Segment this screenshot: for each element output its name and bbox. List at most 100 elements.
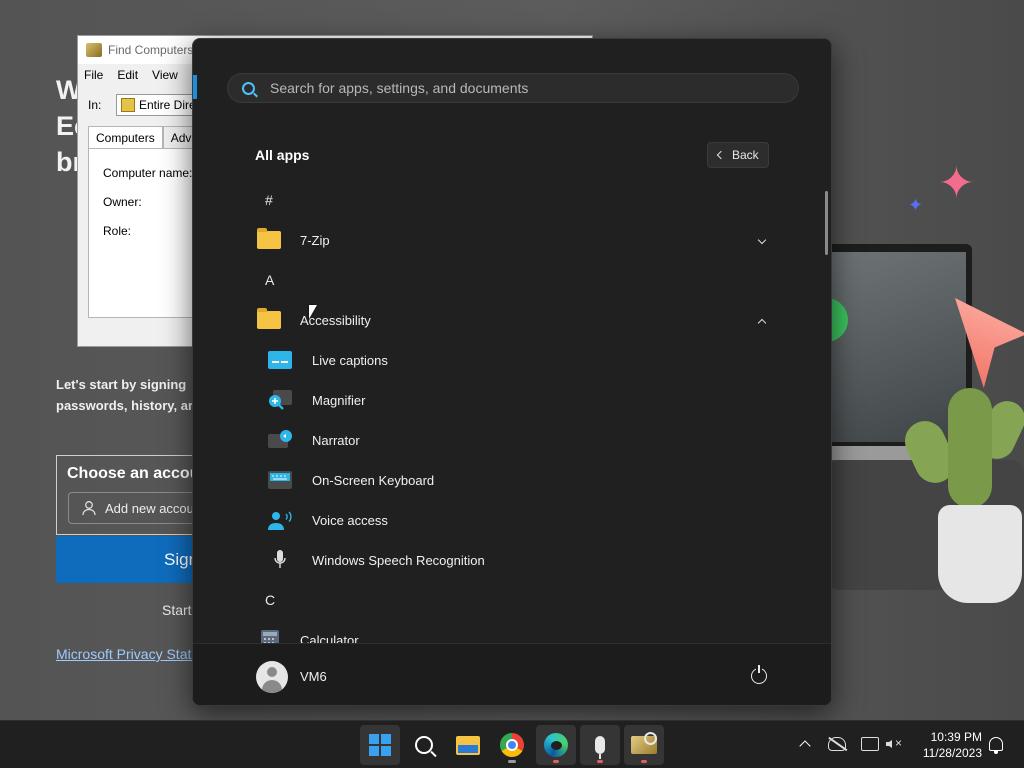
taskbar-start-button[interactable] xyxy=(360,725,400,765)
letter-label: A xyxy=(265,272,275,288)
folder-icon xyxy=(257,228,281,249)
taskbar-find-computers[interactable] xyxy=(624,725,664,765)
taskbar-file-explorer[interactable] xyxy=(448,725,488,765)
app-live-captions[interactable]: Live captions xyxy=(193,340,831,380)
user-avatar[interactable] xyxy=(256,661,288,693)
start-search-box[interactable] xyxy=(227,73,799,103)
app-windows-speech-recognition[interactable]: Windows Speech Recognition xyxy=(193,540,831,580)
app-folder-7zip[interactable]: 7-Zip xyxy=(193,220,831,260)
show-hidden-icons-chevron-icon[interactable] xyxy=(799,740,811,752)
start-label: Start xyxy=(162,602,192,618)
add-account-label: Add new accoun xyxy=(105,500,202,516)
start-search-input[interactable] xyxy=(270,80,798,96)
app-magnifier[interactable]: Magnifier xyxy=(193,380,831,420)
mouse-pointer-icon xyxy=(309,305,317,319)
letter-header-hash[interactable]: # xyxy=(193,180,831,220)
app-label: Voice access xyxy=(312,512,388,528)
person-icon xyxy=(82,501,96,516)
live-captions-icon xyxy=(268,351,292,369)
welcome-subtext: Let's start by signing passwords, histor… xyxy=(56,374,193,416)
running-indicator xyxy=(597,760,603,763)
sparkle-icon: ✦ xyxy=(938,159,975,208)
running-indicator xyxy=(508,760,516,763)
focus-accent-strip xyxy=(193,75,197,99)
volume-muted-icon[interactable] xyxy=(886,736,904,751)
magnifier-icon xyxy=(269,390,292,410)
chevron-up-icon[interactable] xyxy=(757,318,767,328)
app-calculator[interactable]: Calculator xyxy=(193,620,831,644)
sparkle-small-icon: ✦ xyxy=(908,195,924,215)
clock-time: 10:39 PM xyxy=(930,730,982,744)
app-label: Calculator xyxy=(300,632,359,644)
find-computers-icon xyxy=(86,43,102,57)
menu-file[interactable]: File xyxy=(84,68,103,82)
taskbar-clock[interactable]: 10:39 PM 11/28/2023 xyxy=(912,729,982,761)
letter-label: C xyxy=(265,592,276,608)
taskbar: 10:39 PM 11/28/2023 xyxy=(0,720,1024,768)
tab-computers[interactable]: Computers xyxy=(88,126,163,149)
user-name[interactable]: VM6 xyxy=(300,669,327,684)
folder-icon xyxy=(257,308,281,329)
back-label: Back xyxy=(732,148,759,162)
letter-label: # xyxy=(265,192,273,208)
role-label: Role: xyxy=(103,224,132,238)
app-narrator[interactable]: Narrator xyxy=(193,420,831,460)
taskbar-search-button[interactable] xyxy=(404,725,444,765)
windows-logo-icon xyxy=(369,734,391,756)
search-icon xyxy=(242,82,255,95)
notification-bell-icon[interactable] xyxy=(989,737,1003,754)
laptop-screen-illustration xyxy=(832,252,966,442)
directory-icon xyxy=(121,98,135,112)
power-icon[interactable] xyxy=(751,665,767,684)
owner-label: Owner: xyxy=(103,195,142,209)
running-indicator xyxy=(553,760,559,763)
network-icon[interactable] xyxy=(861,737,879,751)
chrome-icon xyxy=(500,733,524,757)
app-label: 7-Zip xyxy=(300,232,330,248)
menu-edit[interactable]: Edit xyxy=(117,68,138,82)
app-label: Magnifier xyxy=(312,392,366,408)
subtext-line-2: passwords, history, ar xyxy=(56,398,194,413)
letter-header-a[interactable]: A xyxy=(193,260,831,300)
find-computers-icon xyxy=(631,732,657,754)
app-label: Live captions xyxy=(312,352,388,368)
onedrive-offline-icon[interactable] xyxy=(828,737,846,751)
search-icon xyxy=(415,736,433,754)
all-apps-list: # 7-Zip A Accessibility Live captions Ma… xyxy=(193,179,831,644)
back-button[interactable]: Back xyxy=(707,142,769,168)
clock-date: 11/28/2023 xyxy=(922,746,982,760)
chevron-left-icon xyxy=(716,150,726,160)
app-list-scrollbar[interactable] xyxy=(825,191,828,255)
taskbar-edge[interactable] xyxy=(536,725,576,765)
microphone-icon xyxy=(274,550,286,568)
chevron-down-icon[interactable] xyxy=(757,235,767,245)
keyboard-icon xyxy=(268,471,292,489)
file-explorer-icon xyxy=(456,735,480,755)
subtext-line-1: Let's start by signing xyxy=(56,377,187,392)
menu-view[interactable]: View xyxy=(152,68,178,82)
app-label: Windows Speech Recognition xyxy=(312,552,485,568)
all-apps-title: All apps xyxy=(255,147,310,163)
taskbar-speech-recognition[interactable] xyxy=(580,725,620,765)
plant-pot-illustration xyxy=(938,505,1022,603)
in-label: In: xyxy=(88,98,102,112)
app-label: On-Screen Keyboard xyxy=(312,472,435,488)
app-voice-access[interactable]: Voice access xyxy=(193,500,831,540)
app-folder-accessibility[interactable]: Accessibility xyxy=(193,300,831,340)
running-indicator xyxy=(641,760,647,763)
cactus-illustration xyxy=(948,388,992,508)
letter-header-c[interactable]: C xyxy=(193,580,831,620)
narrator-icon xyxy=(268,430,292,448)
app-label: Narrator xyxy=(312,432,360,448)
choose-account-title: Choose an accou xyxy=(67,465,200,482)
app-on-screen-keyboard[interactable]: On-Screen Keyboard xyxy=(193,460,831,500)
calculator-icon xyxy=(261,630,279,643)
taskbar-chrome[interactable] xyxy=(492,725,532,765)
find-dialog-title: Find Computers xyxy=(108,43,194,57)
computer-name-label: Computer name: xyxy=(103,166,193,180)
start-menu: All apps Back # 7-Zip A Accessibility Li… xyxy=(192,38,832,706)
microphone-icon xyxy=(595,736,605,759)
start-footer: VM6 xyxy=(193,643,831,705)
privacy-statement-link[interactable]: Microsoft Privacy State xyxy=(56,646,199,662)
voice-access-icon xyxy=(268,511,292,530)
